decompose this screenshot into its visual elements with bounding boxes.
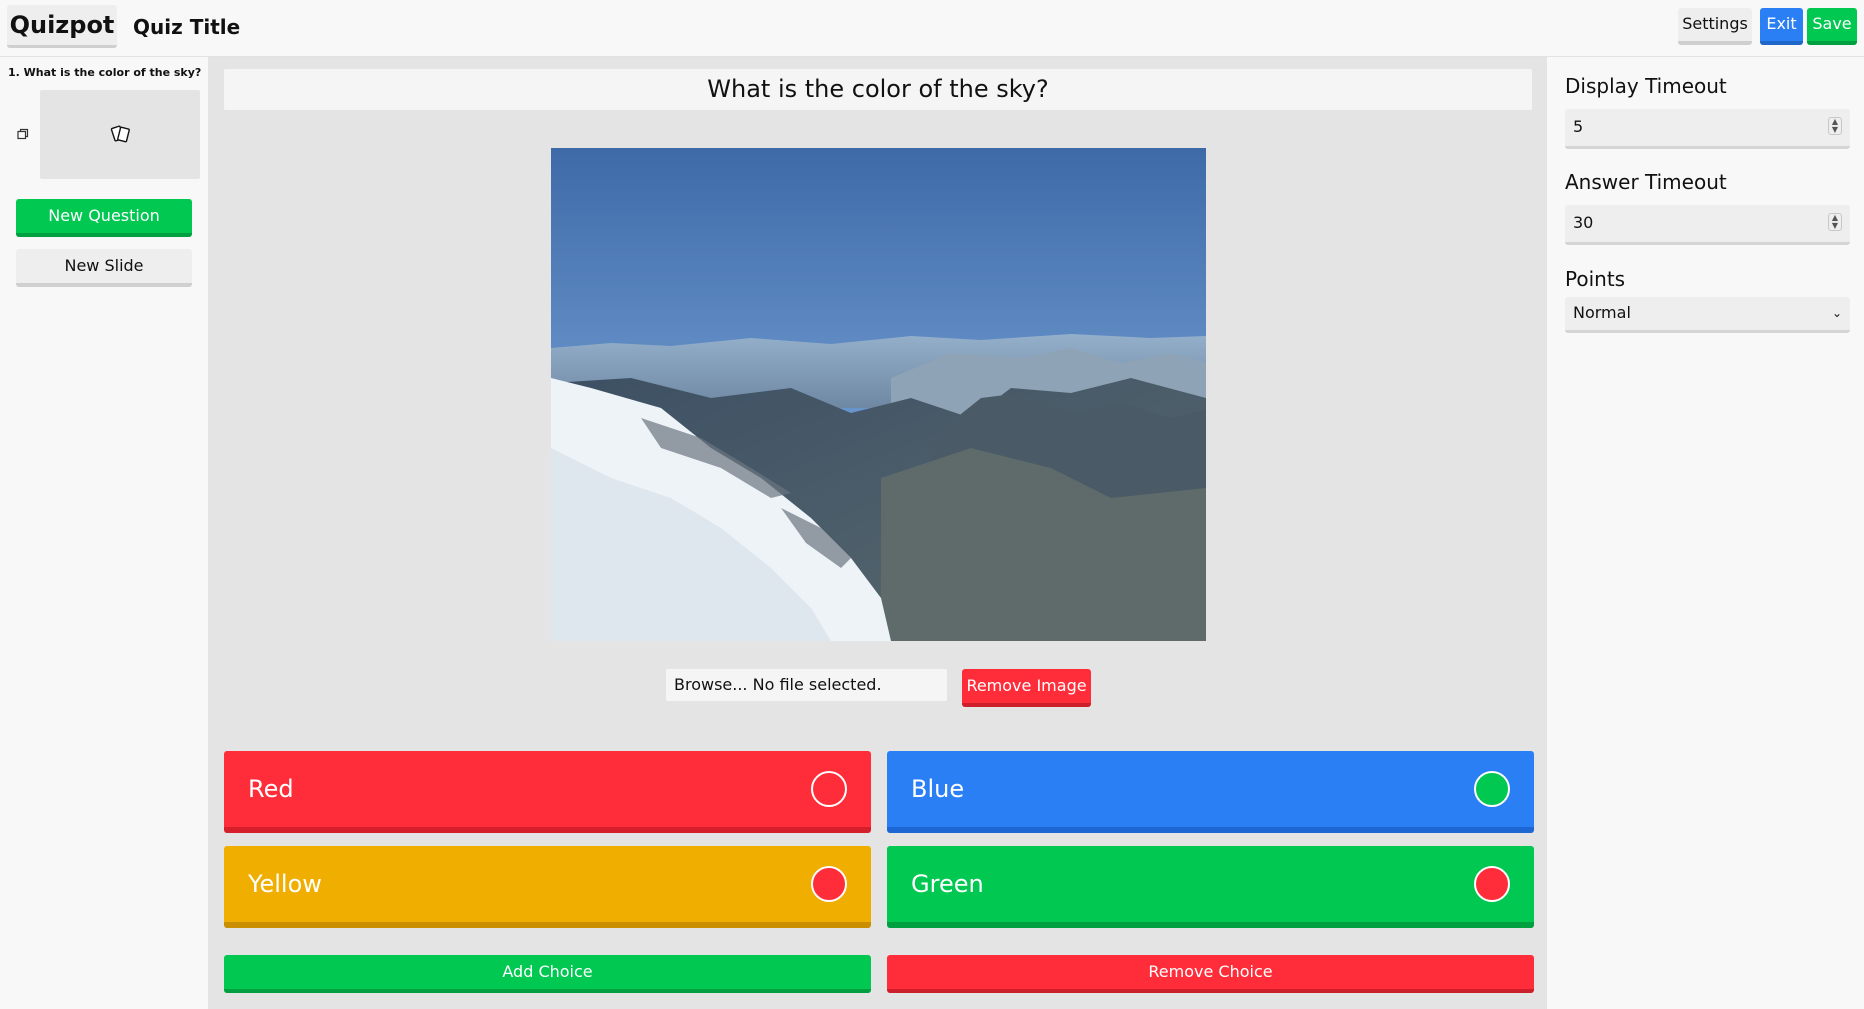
question-editor: What is the color of the sky? Browse... … xyxy=(208,57,1547,1009)
cards-icon xyxy=(110,125,130,143)
new-slide-button[interactable]: New Slide xyxy=(16,249,192,287)
add-choice-button[interactable]: Add Choice xyxy=(224,955,871,993)
choice-yellow[interactable]: Yellow xyxy=(224,846,871,928)
points-select[interactable]: Normal ⌄ xyxy=(1565,297,1850,333)
choice-text[interactable]: Yellow xyxy=(248,846,322,922)
correct-toggle[interactable] xyxy=(1474,771,1510,807)
image-file-input[interactable]: Browse... No file selected. xyxy=(666,669,947,701)
quiz-title[interactable]: Quiz Title xyxy=(133,15,240,39)
chevron-down-icon: ⌄ xyxy=(1831,306,1842,320)
number-spinner-icon[interactable]: ▲ ▼ xyxy=(1828,213,1842,231)
points-label: Points xyxy=(1565,267,1626,291)
remove-image-button[interactable]: Remove Image xyxy=(962,669,1091,707)
app-logo[interactable]: Quizpot xyxy=(7,5,117,48)
number-spinner-icon[interactable]: ▲ ▼ xyxy=(1828,117,1842,135)
choice-green[interactable]: Green xyxy=(887,846,1534,928)
answer-timeout-value: 30 xyxy=(1573,213,1594,232)
answer-timeout-input[interactable]: 30 ▲ ▼ xyxy=(1565,205,1850,245)
correct-toggle[interactable] xyxy=(811,866,847,902)
settings-button[interactable]: Settings xyxy=(1678,8,1752,45)
display-timeout-label: Display Timeout xyxy=(1565,74,1727,98)
choice-text[interactable]: Green xyxy=(911,846,984,922)
slides-sidebar: 1. What is the color of the sky? New Que… xyxy=(0,57,208,1009)
choice-blue[interactable]: Blue xyxy=(887,751,1534,833)
question-image xyxy=(551,148,1206,641)
choice-text[interactable]: Red xyxy=(248,751,294,827)
question-input[interactable]: What is the color of the sky? xyxy=(224,69,1532,110)
choice-red[interactable]: Red xyxy=(224,751,871,833)
answer-timeout-label: Answer Timeout xyxy=(1565,170,1727,194)
slide-thumbnail[interactable] xyxy=(40,90,200,179)
correct-toggle[interactable] xyxy=(1474,866,1510,902)
slide-title[interactable]: 1. What is the color of the sky? xyxy=(8,66,201,79)
top-bar: Quizpot Quiz Title Settings Exit Save xyxy=(0,0,1864,57)
correct-toggle[interactable] xyxy=(811,771,847,807)
remove-choice-button[interactable]: Remove Choice xyxy=(887,955,1534,993)
duplicate-icon[interactable] xyxy=(17,128,29,140)
save-button[interactable]: Save xyxy=(1807,8,1857,45)
question-settings-panel: Display Timeout 5 ▲ ▼ Answer Timeout 30 ▲… xyxy=(1547,57,1864,1009)
display-timeout-value: 5 xyxy=(1573,117,1584,136)
exit-button[interactable]: Exit xyxy=(1760,8,1803,45)
display-timeout-input[interactable]: 5 ▲ ▼ xyxy=(1565,109,1850,149)
points-value: Normal xyxy=(1573,303,1631,322)
new-question-button[interactable]: New Question xyxy=(16,199,192,237)
choice-text[interactable]: Blue xyxy=(911,751,964,827)
